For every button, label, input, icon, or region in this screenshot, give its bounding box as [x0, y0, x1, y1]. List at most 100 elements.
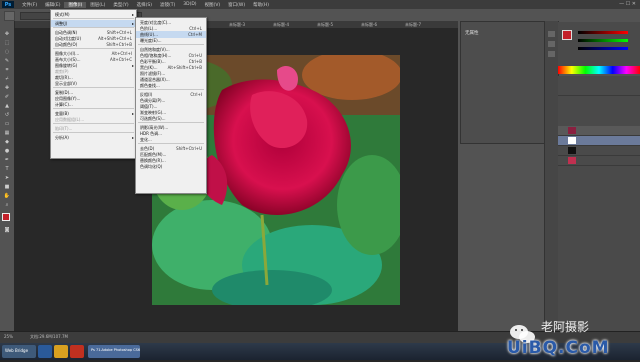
watermark: 老阿摄影 UiBQ.CoM [505, 316, 635, 360]
menu-3d[interactable]: 3D(D) [179, 2, 200, 7]
explorer-taskbar-icon[interactable] [54, 345, 68, 358]
image-menu-item[interactable]: 分析(A) ▸ [51, 134, 136, 141]
menu-separator [138, 122, 204, 123]
doc-size: 文档:29.6M/107.7M [30, 334, 68, 339]
adjust-menu-item-label: 可选颜色(S)... [140, 116, 166, 121]
adjust-menu-item-label: 颜色查找... [140, 83, 160, 88]
image-menu-item-label: 应用数据组(L)... [55, 117, 85, 122]
menu-separator [53, 123, 134, 124]
history-panel-icon[interactable] [548, 31, 555, 37]
image-menu-item[interactable]: 调整(J) ▸ [51, 20, 136, 27]
green-slider[interactable] [578, 39, 628, 42]
history-brush-icon[interactable]: ↺ [3, 112, 11, 118]
shape-tool-icon[interactable]: ■ [3, 184, 11, 190]
actions-panel-icon[interactable] [548, 41, 555, 47]
healing-tool-icon[interactable]: ✚ [3, 85, 11, 91]
quick-select-tool-icon[interactable]: ✎ [3, 58, 11, 64]
menu-separator [53, 132, 134, 133]
eraser-tool-icon[interactable]: ▭ [3, 121, 11, 127]
hand-tool-icon[interactable]: ✋ [3, 193, 11, 199]
gradient-tool-icon[interactable]: ▦ [3, 130, 11, 136]
fg-swatch-icon[interactable] [562, 30, 572, 40]
zoom-level[interactable]: 25% [4, 334, 13, 339]
tab-doc-4[interactable]: 未标题-4 [270, 21, 292, 28]
adjust-menu-item[interactable]: 可选颜色(S)... [136, 115, 206, 122]
dodge-tool-icon[interactable]: ● [3, 148, 11, 154]
lasso-tool-icon[interactable]: ◌ [3, 49, 11, 55]
menu-separator [53, 87, 134, 88]
menu-separator [53, 108, 134, 109]
window-controls-icon[interactable]: — ☐ ✕ [619, 1, 636, 7]
image-menu-item[interactable]: 自动颜色(O) Shift+Ctrl+B [51, 41, 136, 48]
tab-doc-7[interactable]: 未标题-7 [402, 21, 424, 28]
menu-help[interactable]: 帮助(H) [249, 2, 273, 8]
tab-doc-5[interactable]: 未标题-5 [314, 21, 336, 28]
watermark-title: 老阿摄影 [541, 320, 590, 334]
menu-filter[interactable]: 滤镜(T) [156, 2, 179, 8]
character-panel-icon[interactable] [548, 51, 555, 57]
adjust-menu-item-label: 变化... [140, 137, 152, 142]
adjust-menu-item[interactable]: 色调均化(Q) [136, 163, 206, 170]
red-slider[interactable] [578, 31, 628, 34]
menu-select[interactable]: 选择(S) [133, 2, 156, 8]
properties-title: 无属性 [465, 31, 479, 36]
layers-toolbar[interactable] [558, 86, 640, 96]
menu-view[interactable]: 视图(V) [201, 2, 225, 8]
blur-tool-icon[interactable]: ◆ [3, 139, 11, 145]
menu-file[interactable]: 文件(F) [18, 2, 41, 8]
path-select-icon[interactable]: ➤ [3, 175, 11, 181]
media-taskbar-icon[interactable] [70, 345, 84, 358]
foreground-color-icon[interactable] [2, 213, 10, 221]
ie-taskbar-icon[interactable] [38, 345, 52, 358]
layer-thumbnail [568, 157, 576, 164]
layer-row[interactable] [558, 156, 640, 166]
eyedropper-tool-icon[interactable]: ⌿ [3, 76, 11, 82]
panel-icons-strip [544, 21, 558, 331]
tab-doc-6[interactable]: 未标题-6 [358, 21, 380, 28]
layer-row[interactable] [558, 136, 640, 146]
image-menu-item[interactable]: 模式(M) ▸ [51, 11, 136, 18]
adjust-menu-item[interactable]: 颜色查找... [136, 82, 206, 89]
menu-image[interactable]: 图像(I) [64, 1, 87, 8]
image-menu-item[interactable]: 应用数据组(L)... [51, 116, 136, 123]
image-menu-item-label: 计算(C)... [55, 102, 73, 107]
adjust-menu-item[interactable]: 变化... [136, 136, 206, 143]
tab-doc-3[interactable]: 未标题-3 [226, 21, 248, 28]
toolbox: ✥ ⬚ ◌ ✎ ⌗ ⌿ ✚ ✐ ▲ ↺ ▭ ▦ ◆ ● ✒ T ➤ ■ ✋ ⌕ … [0, 21, 15, 331]
image-menu-item[interactable]: 计算(C)... [51, 101, 136, 108]
photoshop-taskbar-item[interactable]: Ps 71.Adobe Photoshop CS6 [88, 345, 140, 358]
layer-row[interactable] [558, 126, 640, 136]
menu-layer[interactable]: 图层(L) [86, 2, 109, 8]
type-tool-icon[interactable]: T [3, 166, 11, 172]
crop-tool-icon[interactable]: ⌗ [3, 67, 11, 73]
image-menu-item-label: 分析(A) [55, 135, 69, 140]
adjust-menu-item[interactable]: 曝光度(E)... [136, 37, 206, 44]
zoom-tool-icon[interactable]: ⌕ [3, 202, 11, 208]
quick-mask-icon[interactable]: ◙ [3, 227, 11, 233]
brush-tool-icon[interactable]: ✐ [3, 94, 11, 100]
menu-window[interactable]: 窗口(W) [224, 2, 249, 8]
menu-edit[interactable]: 编辑(E) [41, 2, 64, 8]
start-button[interactable]: Web Bridge [2, 345, 36, 358]
color-spectrum-bar[interactable] [558, 66, 640, 74]
blue-slider[interactable] [578, 47, 628, 50]
layer-row[interactable] [558, 146, 640, 156]
image-menu-item[interactable]: 显示全部(V) [51, 80, 136, 87]
adjustments-submenu: 亮度/对比度(C)... 色阶(L)... Ctrl+L 曲线(U)... Ctrl+M… [135, 17, 207, 194]
image-menu-dropdown: 模式(M) ▸ 调整(J) ▸ 自动色调(N) Shift+Ctrl+L 自动对比度(U) A… [50, 9, 137, 159]
marquee-tool-icon[interactable]: ⬚ [3, 40, 11, 46]
menu-separator [53, 18, 134, 19]
menu-separator [138, 44, 204, 45]
image-menu-item-shortcut: Shift+Ctrl+B [106, 42, 132, 47]
menu-separator [53, 27, 134, 28]
pen-tool-icon[interactable]: ✒ [3, 157, 11, 163]
stamp-tool-icon[interactable]: ▲ [3, 103, 11, 109]
submenu-arrow-icon: ▸ [131, 12, 134, 17]
image-menu-item[interactable]: 陷印(T)... [51, 125, 136, 132]
tool-preset-icon[interactable] [4, 11, 15, 21]
menu-separator [53, 48, 134, 49]
move-tool-icon[interactable]: ✥ [3, 31, 11, 37]
ps-task-label: Ps 71.Adobe Photoshop CS6 [91, 348, 141, 352]
image-menu-item-label: 模式(M) [55, 12, 70, 17]
menu-type[interactable]: 类型(Y) [109, 2, 132, 8]
